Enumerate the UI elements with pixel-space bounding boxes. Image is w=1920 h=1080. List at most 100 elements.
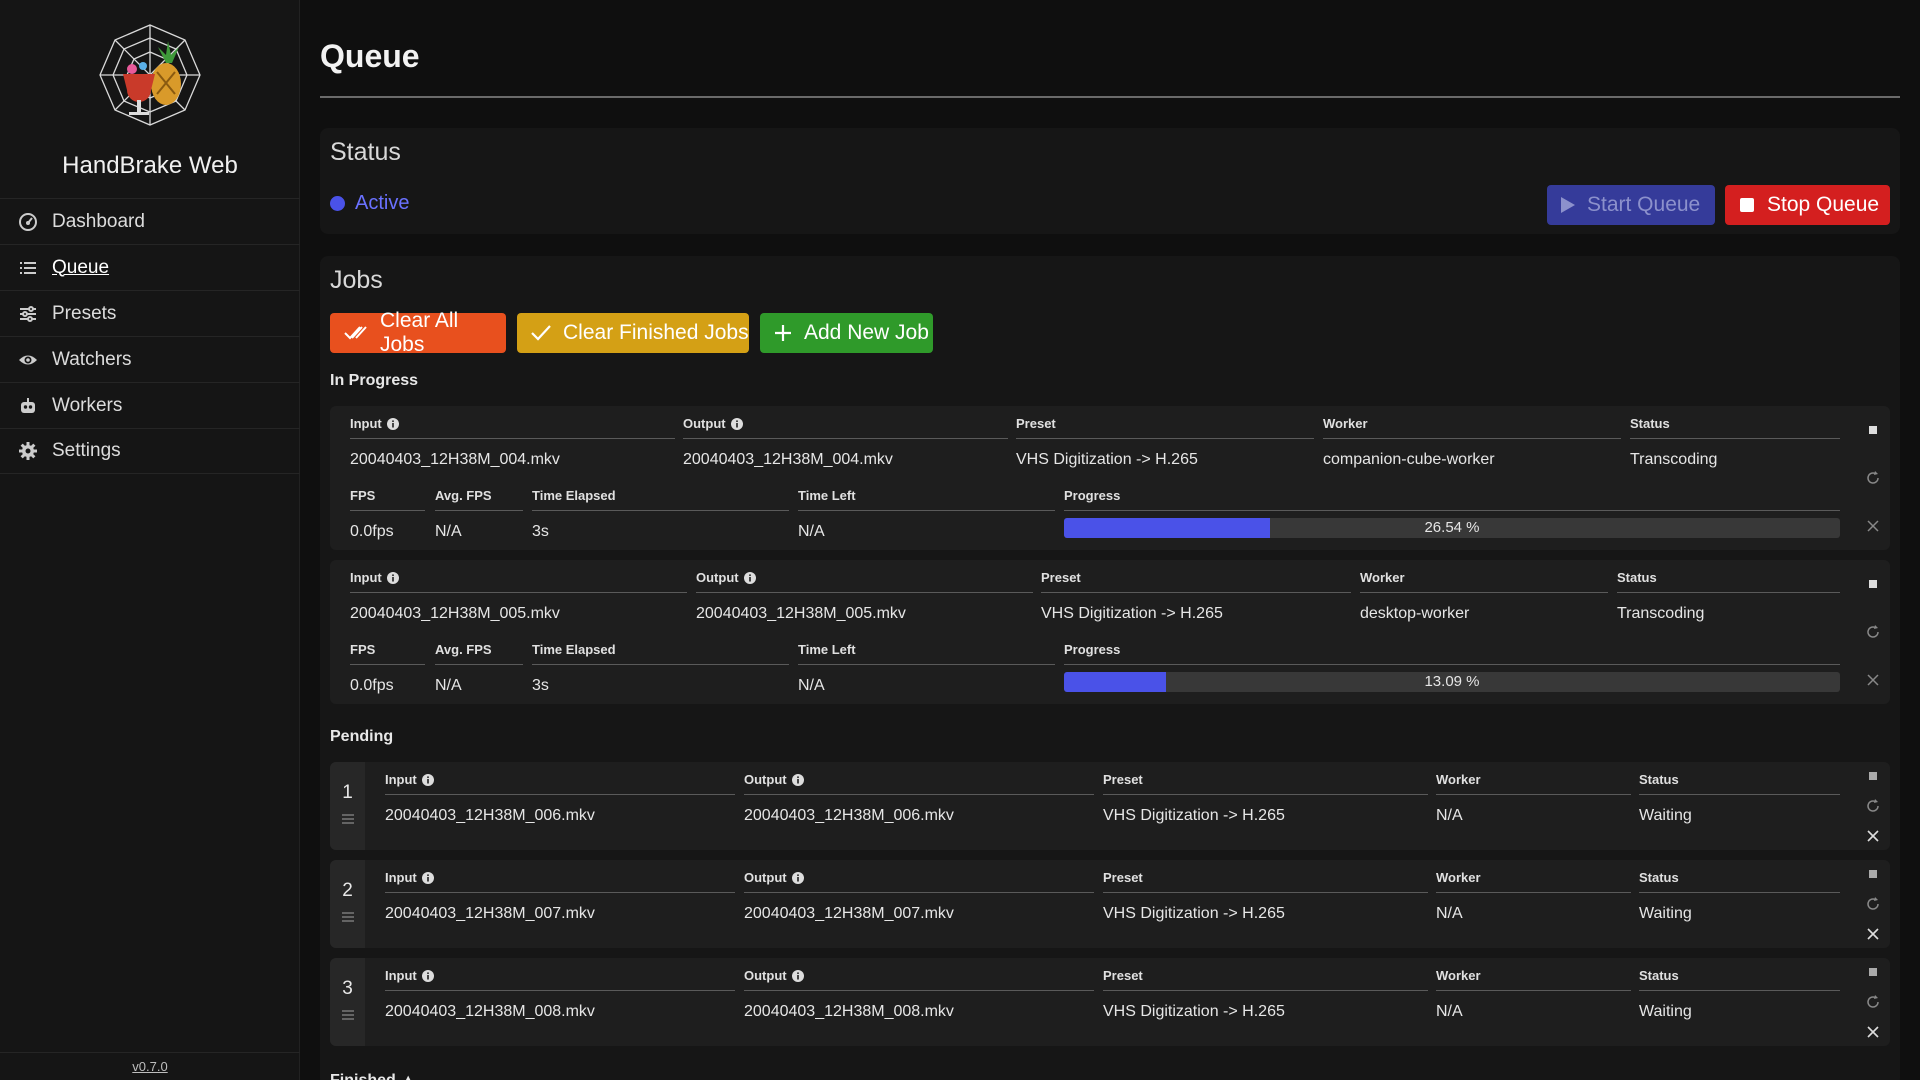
remove-job-icon[interactable] bbox=[1865, 518, 1881, 534]
sidebar-item-settings[interactable]: Settings bbox=[0, 428, 300, 474]
progress-header: Progress bbox=[1064, 488, 1840, 511]
in-progress-job-card: Input 20040403_12H38M_004.mkv Output 200… bbox=[330, 406, 1890, 550]
remove-job-icon[interactable] bbox=[1865, 672, 1881, 688]
reset-job-icon[interactable] bbox=[1865, 470, 1881, 486]
reset-job-icon[interactable] bbox=[1865, 798, 1881, 814]
time-elapsed-header: Time Elapsed bbox=[532, 488, 789, 511]
sliders-icon bbox=[20, 305, 36, 322]
sidebar-item-presets[interactable]: Presets bbox=[0, 290, 300, 336]
preset-header: Preset bbox=[1041, 570, 1351, 593]
job-actions bbox=[1856, 958, 1890, 1046]
stop-icon bbox=[1740, 198, 1754, 212]
worker-header: Worker bbox=[1323, 416, 1621, 439]
stop-job-icon[interactable] bbox=[1865, 576, 1881, 592]
output-header: Output bbox=[683, 416, 726, 431]
status-header: Status bbox=[1639, 968, 1840, 991]
time-left-cell: Time Left N/A bbox=[798, 488, 1055, 541]
preset-value: VHS Digitization -> H.265 bbox=[1041, 605, 1223, 622]
drag-handle-icon[interactable] bbox=[342, 814, 354, 824]
jobs-title: Jobs bbox=[330, 266, 383, 294]
reset-job-icon[interactable] bbox=[1865, 994, 1881, 1010]
drag-handle-icon[interactable] bbox=[342, 1010, 354, 1020]
sidebar-item-label: Dashboard bbox=[52, 210, 145, 232]
sidebar-item-dashboard[interactable]: Dashboard bbox=[0, 198, 300, 244]
jobs-panel: Jobs Clear All Jobs Clear Finished Jobs … bbox=[320, 256, 1900, 1080]
info-icon[interactable] bbox=[386, 417, 399, 430]
stop-job-icon[interactable] bbox=[1865, 964, 1881, 980]
sidebar-item-queue[interactable]: Queue bbox=[0, 244, 300, 290]
output-value: 20040403_12H38M_008.mkv bbox=[744, 1003, 954, 1020]
queue-position: 1 bbox=[342, 782, 353, 803]
job-actions bbox=[1856, 406, 1890, 550]
info-icon[interactable] bbox=[386, 571, 399, 584]
status-cell: Status Waiting bbox=[1639, 968, 1840, 1021]
progress-bar: 26.54 % bbox=[1064, 518, 1840, 538]
input-header: Input bbox=[385, 772, 417, 787]
worker-value: desktop-worker bbox=[1360, 605, 1470, 622]
queue-position: 2 bbox=[342, 880, 353, 901]
preset-value: VHS Digitization -> H.265 bbox=[1103, 807, 1285, 824]
queue-position-handle[interactable]: 1 bbox=[330, 762, 365, 850]
status-header: Status bbox=[1639, 870, 1840, 893]
output-value: 20040403_12H38M_006.mkv bbox=[744, 807, 954, 824]
status-value: Transcoding bbox=[1617, 605, 1705, 622]
worker-cell: Worker N/A bbox=[1436, 772, 1631, 825]
stop-queue-label: Stop Queue bbox=[1767, 193, 1880, 216]
status-panel: Status Active Start Queue Stop Queue bbox=[320, 128, 1900, 234]
info-icon[interactable] bbox=[421, 969, 434, 982]
worker-header: Worker bbox=[1436, 772, 1631, 795]
fps-cell: FPS 0.0fps bbox=[350, 488, 425, 541]
stop-job-icon[interactable] bbox=[1865, 768, 1881, 784]
pending-job-card: 1 Input 20040403_12H38M_006.mkv Output 2… bbox=[330, 762, 1890, 850]
eye-icon bbox=[19, 355, 37, 364]
preset-value: VHS Digitization -> H.265 bbox=[1103, 905, 1285, 922]
stop-job-icon[interactable] bbox=[1865, 422, 1881, 438]
finished-section-toggle[interactable]: Finished ▲ bbox=[330, 1072, 416, 1080]
output-cell: Output 20040403_12H38M_006.mkv bbox=[744, 772, 1094, 825]
queue-position-handle[interactable]: 3 bbox=[330, 958, 365, 1046]
sidebar-nav: Dashboard Queue Presets Watchers Workers… bbox=[0, 198, 300, 474]
info-icon[interactable] bbox=[421, 773, 434, 786]
remove-job-icon[interactable] bbox=[1865, 1024, 1881, 1040]
sidebar-item-watchers[interactable]: Watchers bbox=[0, 336, 300, 382]
add-new-job-button[interactable]: Add New Job bbox=[760, 313, 933, 353]
clear-finished-jobs-button[interactable]: Clear Finished Jobs bbox=[517, 313, 749, 353]
info-icon[interactable] bbox=[730, 417, 743, 430]
info-icon[interactable] bbox=[743, 571, 756, 584]
sidebar-item-workers[interactable]: Workers bbox=[0, 382, 300, 428]
start-queue-label: Start Queue bbox=[1587, 193, 1701, 216]
stop-queue-button[interactable]: Stop Queue bbox=[1725, 185, 1890, 225]
version-link[interactable]: v0.7.0 bbox=[0, 1052, 300, 1080]
avg-fps-header: Avg. FPS bbox=[435, 488, 523, 511]
stop-job-icon[interactable] bbox=[1865, 866, 1881, 882]
reset-job-icon[interactable] bbox=[1865, 896, 1881, 912]
worker-value: N/A bbox=[1436, 1003, 1463, 1020]
input-cell: Input 20040403_12H38M_005.mkv bbox=[350, 570, 687, 623]
queue-position-handle[interactable]: 2 bbox=[330, 860, 365, 948]
sidebar-item-label: Settings bbox=[52, 440, 121, 461]
avg-fps-header: Avg. FPS bbox=[435, 642, 523, 665]
info-icon[interactable] bbox=[791, 871, 804, 884]
dashboard-icon bbox=[19, 212, 37, 231]
drag-handle-icon[interactable] bbox=[342, 912, 354, 922]
clear-all-jobs-label: Clear All Jobs bbox=[380, 309, 459, 356]
avg-fps-value: N/A bbox=[435, 523, 462, 540]
sidebar-item-label: Queue bbox=[52, 256, 110, 278]
info-icon[interactable] bbox=[421, 871, 434, 884]
info-icon[interactable] bbox=[791, 773, 804, 786]
preset-header: Preset bbox=[1103, 870, 1428, 893]
preset-header: Preset bbox=[1103, 772, 1428, 795]
output-value: 20040403_12H38M_004.mkv bbox=[683, 451, 893, 468]
list-icon bbox=[20, 261, 36, 274]
remove-job-icon[interactable] bbox=[1865, 828, 1881, 844]
time-elapsed-cell: Time Elapsed 3s bbox=[532, 642, 789, 695]
queue-status-indicator: Active bbox=[330, 192, 409, 215]
preset-cell: Preset VHS Digitization -> H.265 bbox=[1103, 870, 1428, 923]
clear-all-jobs-button[interactable]: Clear All Jobs bbox=[330, 309, 506, 356]
time-elapsed-value: 3s bbox=[532, 677, 549, 694]
info-icon[interactable] bbox=[791, 969, 804, 982]
start-queue-button[interactable]: Start Queue bbox=[1547, 185, 1715, 225]
remove-job-icon[interactable] bbox=[1865, 926, 1881, 942]
reset-job-icon[interactable] bbox=[1865, 624, 1881, 640]
input-cell: Input 20040403_12H38M_004.mkv bbox=[350, 416, 675, 469]
